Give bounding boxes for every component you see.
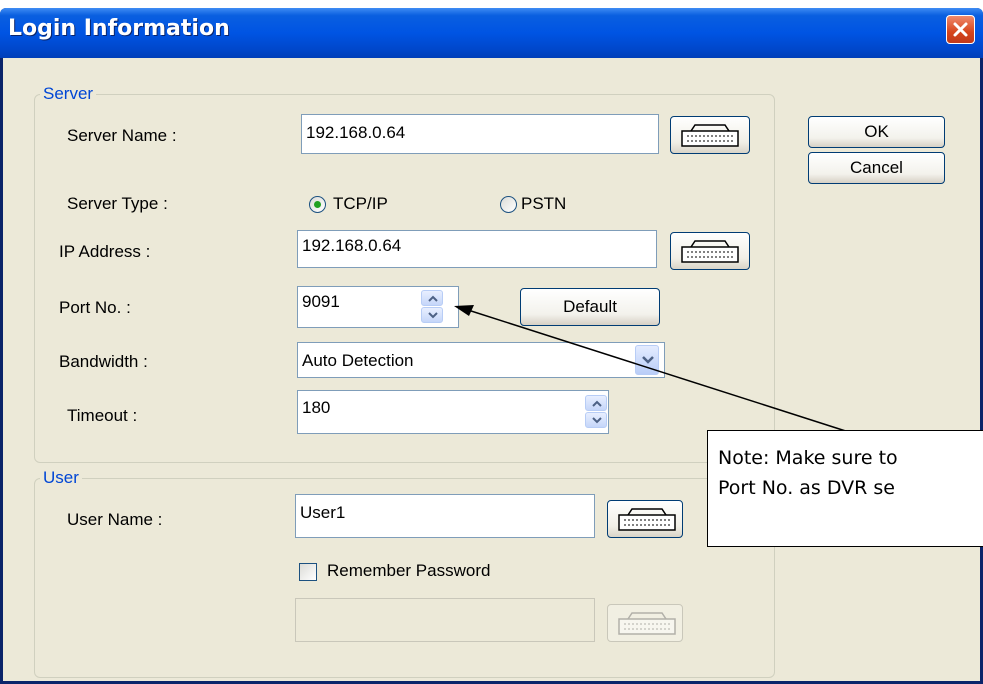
default-button[interactable]: Default: [520, 288, 660, 326]
password-keyboard-button: [607, 604, 683, 642]
spin-up-icon: [592, 400, 602, 407]
dialog-body: OK Cancel Server Server Name : 192.168.0…: [3, 58, 980, 681]
user-legend: User: [40, 468, 82, 488]
timeout-input[interactable]: 180: [297, 390, 609, 434]
ip-address-keyboard-button[interactable]: [670, 232, 750, 270]
bandwidth-dropdown-button[interactable]: [635, 345, 659, 375]
timeout-spinner[interactable]: [585, 395, 607, 429]
cancel-button[interactable]: Cancel: [808, 152, 945, 184]
spin-down-icon: [428, 312, 438, 319]
radio-pstn[interactable]: [500, 196, 517, 213]
remember-password-checkbox[interactable]: [299, 563, 317, 581]
window-title: Login Information: [8, 16, 230, 41]
chevron-down-icon: [642, 356, 654, 364]
port-spin-up[interactable]: [421, 290, 443, 306]
server-name-label: Server Name :: [67, 126, 177, 145]
spin-up-icon: [428, 295, 438, 302]
server-name-keyboard-button[interactable]: [670, 116, 750, 154]
keyboard-icon: [618, 612, 676, 635]
timeout-label: Timeout :: [67, 406, 138, 425]
remember-password-label[interactable]: Remember Password: [327, 561, 490, 581]
bandwidth-label: Bandwidth :: [59, 352, 148, 371]
timeout-spin-down[interactable]: [585, 412, 607, 428]
timeout-spin-up[interactable]: [585, 395, 607, 411]
ip-address-label: IP Address :: [59, 242, 151, 261]
note-line-2: Port No. as DVR se: [718, 477, 895, 499]
user-name-label: User Name :: [67, 510, 163, 529]
note-line-1: Note: Make sure to: [718, 447, 898, 469]
radio-selected-dot: [314, 201, 321, 208]
spin-down-icon: [592, 417, 602, 424]
title-bar[interactable]: Login Information: [0, 8, 983, 58]
user-name-input[interactable]: User1: [295, 494, 595, 538]
keyboard-icon: [618, 508, 676, 531]
close-button[interactable]: [946, 15, 975, 44]
password-input: [295, 598, 595, 642]
radio-tcpip-label[interactable]: TCP/IP: [333, 194, 388, 214]
user-name-keyboard-button[interactable]: [607, 500, 683, 538]
server-name-input[interactable]: 192.168.0.64: [301, 114, 659, 154]
port-spin-down[interactable]: [421, 307, 443, 323]
login-dialog: Login Information OK Cancel Server Serve…: [0, 8, 983, 684]
ok-button[interactable]: OK: [808, 116, 945, 148]
ip-address-input[interactable]: 192.168.0.64: [297, 230, 657, 268]
radio-pstn-label[interactable]: PSTN: [521, 194, 566, 214]
server-legend: Server: [40, 84, 97, 104]
keyboard-icon: [681, 124, 739, 147]
server-type-label: Server Type :: [67, 194, 168, 213]
note-callout: Note: Make sure to Port No. as DVR se: [707, 430, 983, 547]
port-spinner[interactable]: [421, 290, 443, 324]
close-icon: [953, 22, 968, 37]
radio-tcpip[interactable]: [309, 196, 326, 213]
port-label: Port No. :: [59, 298, 131, 317]
keyboard-icon: [681, 240, 739, 263]
bandwidth-select[interactable]: Auto Detection: [297, 342, 665, 378]
